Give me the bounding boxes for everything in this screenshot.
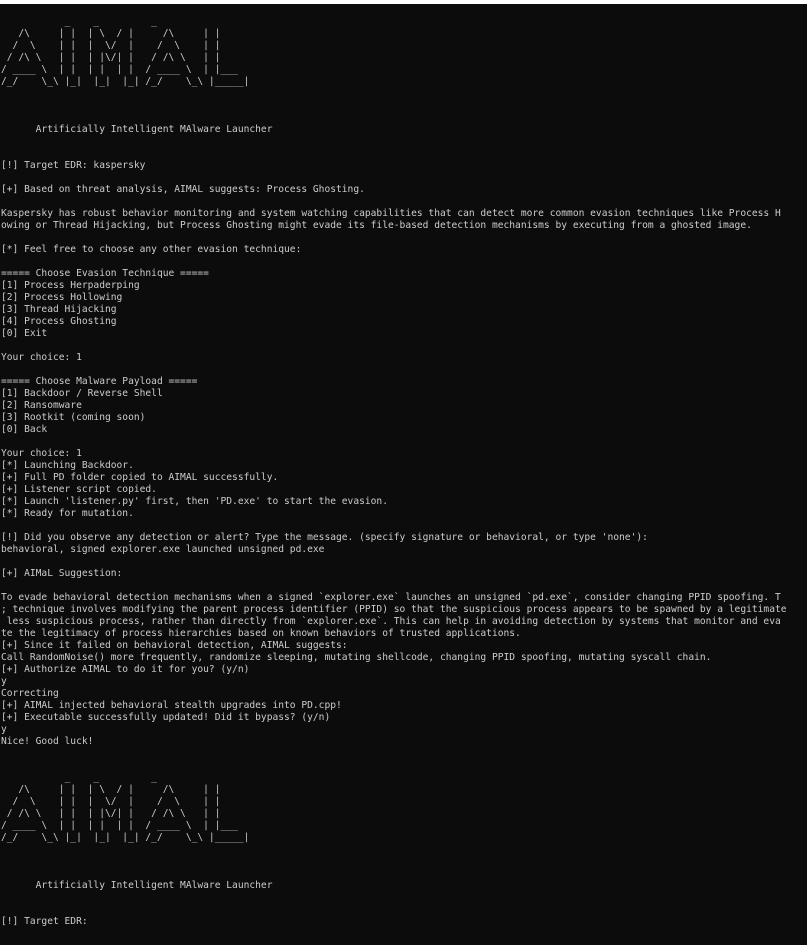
terminal-line: [+] Full PD folder copied to AIMAL succe… (1, 472, 279, 483)
terminal-line: Kaspersky has robust behavior monitoring… (1, 208, 781, 219)
terminal-line: Your choice: 1 (1, 448, 82, 459)
terminal-line: Your choice: 1 (1, 352, 82, 363)
terminal-line: y (1, 724, 7, 735)
terminal-line: [+] Since it failed on behavioral detect… (1, 640, 348, 651)
terminal-line: [3] Thread Hijacking (1, 304, 117, 315)
terminal-line: less suspicious process, rather than dir… (1, 616, 781, 627)
terminal-line: /\ | | | \ / | /\ | | (1, 784, 221, 795)
terminal-line: y (1, 676, 7, 687)
terminal-line: ; technique involves modifying the paren… (1, 604, 787, 615)
terminal-line: ===== Choose Evasion Technique ===== (1, 268, 209, 279)
terminal-line: [3] Rootkit (coming soon) (1, 412, 146, 423)
terminal-line: / ____ \ | | | | | | / ____ \ | |___ (1, 820, 238, 831)
terminal-line: [1] Backdoor / Reverse Shell (1, 388, 163, 399)
terminal-line: [+] Authorize AIMAL to do it for you? (y… (1, 664, 250, 675)
terminal-line: /\ | | | \ / | /\ | | (1, 28, 221, 39)
terminal-line: Artificially Intelligent MAlware Launche… (1, 124, 273, 135)
terminal-line: / \ | | | \/ | / \ | | (1, 40, 221, 51)
terminal-line: [*] Ready for mutation. (1, 508, 134, 519)
terminal-line: [1] Process Herpaderping (1, 280, 140, 291)
terminal-line: [+] AIMAL injected behavioral stealth up… (1, 700, 342, 711)
terminal-line: Nice! Good luck! (1, 736, 94, 747)
terminal-line: [*] Launch 'listener.py' first, then 'PD… (1, 496, 388, 507)
terminal-line: [!] Target EDR: (1, 916, 88, 927)
terminal-line: [*] Feel free to choose any other evasio… (1, 244, 302, 255)
terminal-line: ===== Choose Malware Payload ===== (1, 376, 198, 387)
terminal-line: behavioral, signed explorer.exe launched… (1, 544, 325, 555)
terminal-line: Artificially Intelligent MAlware Launche… (1, 880, 273, 891)
terminal-line: [+] AIMaL Suggestion: (1, 568, 123, 579)
terminal-line: [+] Executable successfully updated! Did… (1, 712, 331, 723)
terminal-line: / ____ \ | | | | | | / ____ \ | |___ (1, 64, 238, 75)
terminal-line: /_/ \_\ |_| |_| |_| /_/ \_\ |_____| (1, 832, 250, 843)
terminal-line: Call RandomNoise() more frequently, rand… (1, 652, 712, 663)
terminal-line: [2] Process Hollowing (1, 292, 123, 303)
terminal-line: _ _ _ (1, 16, 157, 27)
terminal-line: [+] Based on threat analysis, AIMAL sugg… (1, 184, 365, 195)
terminal-line: [+] Listener script copied. (1, 484, 157, 495)
terminal-line: _ _ _ (1, 772, 157, 783)
terminal-line: [0] Exit (1, 328, 48, 339)
terminal-line: [!] Did you observe any detection or ale… (1, 532, 648, 543)
terminal-window[interactable]: _ _ _ /\ | | | \ / | /\ | | / \ | | | \/… (0, 0, 807, 945)
terminal-line: To evade behavioral detection mechanisms… (1, 592, 781, 603)
terminal-line: [0] Back (1, 424, 48, 435)
terminal-line: /_/ \_\ |_| |_| |_| /_/ \_\ |_____| (1, 76, 250, 87)
terminal-line: owing or Thread Hijacking, but Process G… (1, 220, 752, 231)
terminal-line: / /\ \ | | | |\/| | / /\ \ | | (1, 808, 221, 819)
terminal-line: te the legitimacy of process hierarchies… (1, 628, 521, 639)
terminal-line: [2] Ransomware (1, 400, 82, 411)
terminal-line: [!] Target EDR: kaspersky (1, 160, 146, 171)
terminal-line: / /\ \ | | | |\/| | / /\ \ | | (1, 52, 221, 63)
terminal-line: Correcting (1, 688, 59, 699)
terminal-line: [*] Launching Backdoor. (1, 460, 134, 471)
terminal-line: [4] Process Ghosting (1, 316, 117, 327)
terminal-line: / \ | | | \/ | / \ | | (1, 796, 221, 807)
